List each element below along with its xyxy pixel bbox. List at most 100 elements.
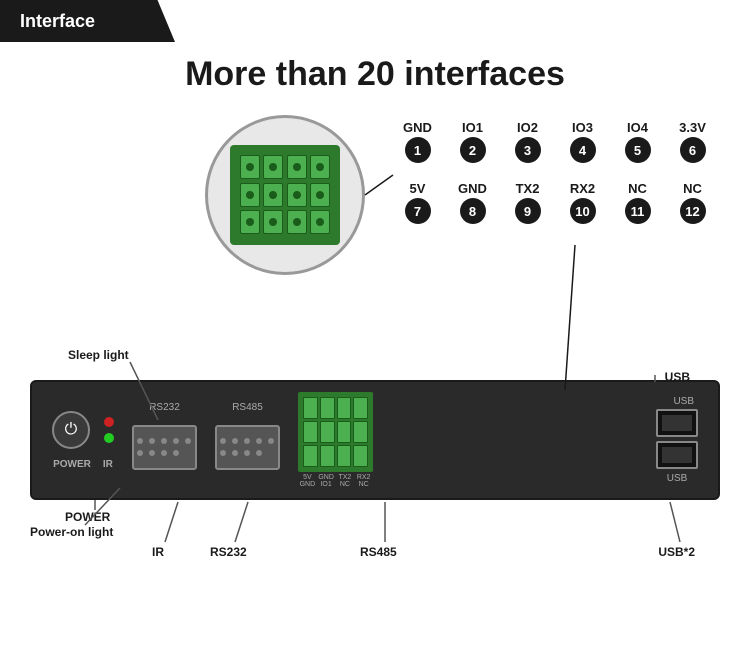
serial-pin [137, 438, 143, 444]
usb-port-1 [656, 409, 698, 437]
rs232-port [132, 425, 197, 470]
pin-labels-grid: GND 1 IO1 2 IO2 3 IO3 4 IO4 5 3.3V 6 5V … [390, 120, 720, 224]
rs485-top-label: RS485 [232, 402, 263, 413]
serial-pin [161, 450, 167, 456]
terminal-section: 5V GND TX2 RX2 GND IO1 NC NC [298, 392, 373, 488]
serial-pin [149, 438, 155, 444]
pin-rx2-10: RX2 10 [555, 181, 610, 224]
usb-bottom-label: USB [667, 473, 688, 484]
terminal-pin [337, 421, 352, 443]
terminal-row-label2: GND [298, 481, 317, 488]
annotation-lines [0, 0, 750, 663]
usb-group [656, 409, 698, 469]
terminal-row-label: 5V [298, 474, 317, 481]
pin-io2-3: IO2 3 [500, 120, 555, 163]
pin-cell [287, 183, 307, 207]
pin-cell [263, 183, 283, 207]
pin-cell [240, 183, 260, 207]
terminal-pin [303, 421, 318, 443]
usb-port-label-top: USB [665, 370, 690, 384]
pin-cell [263, 210, 283, 234]
power-label-device: POWER [53, 459, 91, 470]
terminal-row-label: RX2 [354, 474, 373, 481]
pin-cell [310, 210, 330, 234]
terminal-row-label2: NC [336, 481, 355, 488]
serial-pin [256, 450, 262, 456]
annotation-ir: IR [152, 545, 164, 559]
serial-pin [244, 450, 250, 456]
annotation-power-on-light: Power-on light [30, 525, 113, 539]
serial-pin [256, 438, 262, 444]
pin-3v3-6: 3.3V 6 [665, 120, 720, 163]
serial-pin [185, 438, 191, 444]
usb-port-inner [662, 415, 692, 431]
serial-pin [268, 438, 274, 444]
pin-nc-12: NC 12 [665, 181, 720, 224]
serial-pin [232, 438, 238, 444]
rs232-top-label: RS232 [149, 402, 180, 413]
terminal-row-label: TX2 [336, 474, 355, 481]
pin-5v-7: 5V 7 [390, 181, 445, 224]
serial-pin [173, 450, 179, 456]
pin-cell [310, 155, 330, 179]
terminal-row-label: GND [317, 474, 336, 481]
usb-section: USB USB [656, 396, 698, 484]
terminal-block [298, 392, 373, 472]
pin-tx2-9: TX2 9 [500, 181, 555, 224]
serial-pin [220, 438, 226, 444]
pin-gnd-1: GND 1 [390, 120, 445, 163]
terminal-pin [353, 397, 368, 419]
rs485-port [215, 425, 280, 470]
terminal-pin [353, 421, 368, 443]
pin-cell [287, 155, 307, 179]
tab-label: Interface [20, 11, 95, 32]
led-green [104, 433, 114, 443]
terminal-pin [303, 397, 318, 419]
serial-pin [149, 450, 155, 456]
annotation-sleep-light: Sleep light [68, 348, 129, 362]
terminal-pin [320, 445, 335, 467]
pin-io4-5: IO4 5 [610, 120, 665, 163]
ir-label-device: IR [103, 459, 113, 470]
green-terminal-connector [230, 145, 340, 245]
usb-top-label: USB [673, 396, 694, 407]
device-body: POWER IR RS232 RS485 [30, 380, 720, 500]
serial-pin [161, 438, 167, 444]
rs485-section: RS485 [215, 410, 280, 470]
serial-pin [137, 450, 143, 456]
pin-io1-2: IO1 2 [445, 120, 500, 163]
usb-port-inner [662, 447, 692, 463]
terminal-row-label2: IO1 [317, 481, 336, 488]
pin-cell [240, 155, 260, 179]
power-button[interactable] [52, 411, 90, 449]
usb-port-2 [656, 441, 698, 469]
serial-pin [173, 438, 179, 444]
terminal-pin [303, 445, 318, 467]
terminal-pin [320, 397, 335, 419]
pin-cell [240, 210, 260, 234]
pin-nc-11: NC 11 [610, 181, 665, 224]
annotation-usb: USB*2 [658, 545, 695, 559]
terminal-pin [337, 397, 352, 419]
serial-pin [244, 438, 250, 444]
led-group [104, 417, 114, 443]
serial-pin [220, 450, 226, 456]
terminal-pin [353, 445, 368, 467]
annotation-rs232: RS232 [210, 545, 247, 559]
pin-cell [263, 155, 283, 179]
annotation-rs485: RS485 [360, 545, 397, 559]
terminal-row-label2: NC [354, 481, 373, 488]
annotation-power: POWER [65, 510, 110, 524]
pin-io3-4: IO3 4 [555, 120, 610, 163]
page-title: More than 20 interfaces [0, 55, 750, 94]
pin-cell [310, 183, 330, 207]
power-section: POWER IR [52, 411, 114, 470]
pin-cell [287, 210, 307, 234]
serial-pin [232, 450, 238, 456]
led-red [104, 417, 114, 427]
terminal-pin [320, 421, 335, 443]
connector-diagram [205, 115, 365, 275]
pin-gnd-8: GND 8 [445, 181, 500, 224]
rs232-section: RS232 [132, 410, 197, 470]
interface-tab: Interface [0, 0, 175, 42]
